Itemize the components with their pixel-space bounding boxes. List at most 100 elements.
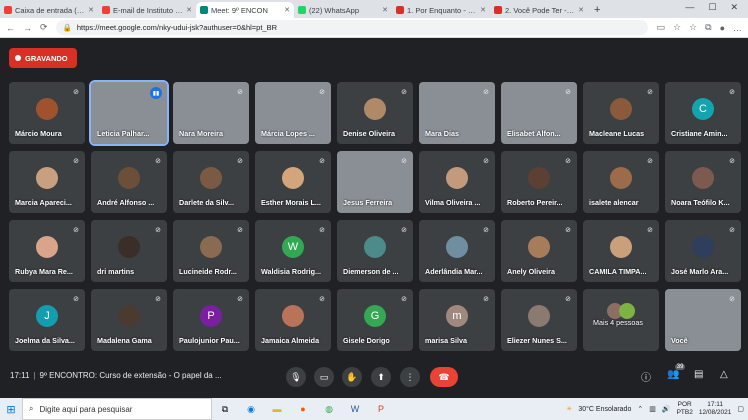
participant-tile[interactable]: m ⊘ marisa Silva bbox=[419, 289, 495, 351]
participant-tile[interactable]: C ⊘ Cristiane Amin... bbox=[665, 82, 741, 144]
mic-muted-icon: ⊘ bbox=[237, 296, 243, 303]
activities-button[interactable]: △ bbox=[720, 369, 728, 380]
word-icon[interactable]: W bbox=[342, 398, 368, 420]
file-explorer-icon[interactable]: ▬ bbox=[264, 398, 290, 420]
camera-blocked-icon[interactable]: ▭ bbox=[656, 22, 665, 33]
participant-tile[interactable]: ⊘ Nara Moreira bbox=[173, 82, 249, 144]
participant-tile[interactable]: ⊘ dri martins bbox=[91, 220, 167, 282]
leave-call-button[interactable]: ☎ bbox=[430, 367, 458, 387]
taskbar-search[interactable]: ⌕ Digite aqui para pesquisar bbox=[22, 398, 212, 420]
raise-hand-button[interactable]: ✋ bbox=[342, 367, 362, 387]
tab-close-icon[interactable]: ✕ bbox=[578, 6, 584, 14]
browser-tab[interactable]: (22) WhatsApp ✕ bbox=[294, 2, 392, 18]
participant-tile[interactable]: ⊘ Eliezer Nunes S... bbox=[501, 289, 577, 351]
participant-tile[interactable]: ⊘ Anely Oliveira bbox=[501, 220, 577, 282]
participant-tile[interactable]: ⊘ Rubya Mara Re... bbox=[9, 220, 85, 282]
participant-tile[interactable]: ⊘ Márcia Lopes ... bbox=[255, 82, 331, 144]
windows-start-button[interactable]: ⊞ bbox=[0, 403, 22, 416]
tab-label: 1. Por Enquanto - Cá bbox=[407, 5, 478, 15]
new-tab-button[interactable]: + bbox=[588, 4, 606, 18]
participant-tile[interactable]: ⊘ Mara Dias bbox=[419, 82, 495, 144]
browser-tab[interactable]: 2. Você Pode Ter - Ara ✕ bbox=[490, 2, 588, 18]
tab-close-icon[interactable]: ✕ bbox=[480, 6, 486, 14]
info-button[interactable]: ⓘ bbox=[641, 369, 651, 384]
notifications-icon[interactable]: ▢ bbox=[737, 405, 744, 413]
meeting-info: 17:11 | 9º ENCONTRO: Curso de extensão - O… bbox=[10, 371, 222, 380]
participant-tile[interactable]: ⊘ Você bbox=[665, 289, 741, 351]
powerpoint-icon[interactable]: P bbox=[368, 398, 394, 420]
network-icon[interactable]: ▥ bbox=[649, 405, 656, 413]
participant-tile[interactable]: P ⊘ Paulojunior Pau... bbox=[173, 289, 249, 351]
initial-avatar: P bbox=[200, 305, 222, 327]
participant-tile[interactable]: ⊘ André Alfonso ... bbox=[91, 151, 167, 213]
profile-icon[interactable]: ● bbox=[720, 23, 725, 33]
tab-close-icon[interactable]: ✕ bbox=[284, 6, 290, 14]
participant-tile[interactable]: G ⊘ Gisele Dorigo bbox=[337, 289, 413, 351]
browser-tab[interactable]: Caixa de entrada (2.1(✕ bbox=[0, 2, 98, 18]
back-icon[interactable]: ← bbox=[6, 23, 15, 33]
participant-tile[interactable]: ⊘ isalete alencar bbox=[583, 151, 659, 213]
participant-tile[interactable]: ⊘ Vilma Oliveira ... bbox=[419, 151, 495, 213]
edge-icon[interactable]: ◉ bbox=[238, 398, 264, 420]
participant-tile[interactable]: ⊘ Madalena Gama bbox=[91, 289, 167, 351]
present-button[interactable]: ⬆ bbox=[371, 367, 391, 387]
participant-name: André Alfonso ... bbox=[97, 198, 155, 207]
star-icon[interactable]: ☆ bbox=[673, 22, 681, 33]
mic-muted-icon: ⊘ bbox=[73, 89, 79, 96]
browser-tab[interactable]: E-mail de Instituto Fe ✕ bbox=[98, 2, 196, 18]
tab-close-icon[interactable]: ✕ bbox=[186, 6, 192, 14]
mic-toggle-button[interactable]: 🎙 bbox=[286, 367, 306, 387]
participant-tile[interactable]: ⊘ Lucineide Rodr... bbox=[173, 220, 249, 282]
chat-button[interactable]: ▤ bbox=[694, 369, 703, 380]
participant-name: Lucineide Rodr... bbox=[179, 267, 237, 276]
participant-tile[interactable]: W ⊘ Waldisia Rodrig... bbox=[255, 220, 331, 282]
avatar bbox=[610, 167, 632, 189]
forward-icon[interactable]: → bbox=[23, 23, 32, 33]
participant-tile[interactable]: ⊘ Jesus Ferreira bbox=[337, 151, 413, 213]
participant-tile[interactable]: ⊘ Márcio Moura bbox=[9, 82, 85, 144]
weather-text[interactable]: 30°C Ensolarado bbox=[578, 406, 631, 413]
collections-icon[interactable]: ⧉ bbox=[705, 22, 711, 33]
volume-icon[interactable]: 🔊 bbox=[662, 405, 671, 413]
more-options-button[interactable]: ⋮ bbox=[400, 367, 420, 387]
participant-tile[interactable]: ⊘ Macleane Lucas bbox=[583, 82, 659, 144]
tray-chevron-icon[interactable]: ⌃ bbox=[637, 405, 643, 413]
participant-tile[interactable]: ⊘ Roberto Pereir... bbox=[501, 151, 577, 213]
address-bar[interactable]: 🔒 https://meet.google.com/nky-udui-jsk?a… bbox=[55, 20, 649, 35]
clock[interactable]: 17:11 12/08/2021 bbox=[699, 401, 732, 417]
minimize-icon[interactable]: — bbox=[685, 2, 694, 13]
participant-tile[interactable]: ⊘ Denise Oliveira bbox=[337, 82, 413, 144]
language-indicator[interactable]: POR PTB2 bbox=[677, 401, 693, 417]
more-menu-icon[interactable]: … bbox=[733, 23, 742, 33]
camera-toggle-button[interactable]: ▭ bbox=[314, 367, 334, 387]
participant-tile[interactable]: ⊘ José Marlo Ara... bbox=[665, 220, 741, 282]
participant-name: Rubya Mara Re... bbox=[15, 267, 73, 276]
participant-tile[interactable]: ⊘ Jamaica Almeida bbox=[255, 289, 331, 351]
participant-tile[interactable]: ⊘ Esther Morais L... bbox=[255, 151, 331, 213]
participant-tile[interactable]: ⊘ CAMILA TIMPA... bbox=[583, 220, 659, 282]
participant-tile[interactable]: ⊘ Darlete da Silv... bbox=[173, 151, 249, 213]
participant-tile[interactable]: ⊘ Marcia Apareci... bbox=[9, 151, 85, 213]
favorites-icon[interactable]: ☆ bbox=[689, 22, 697, 33]
tab-close-icon[interactable]: ✕ bbox=[88, 6, 94, 14]
task-view-icon[interactable]: ⧉ bbox=[212, 398, 238, 420]
participant-tile[interactable]: J ⊘ Joelma da Silva... bbox=[9, 289, 85, 351]
hand-icon: ✋ bbox=[346, 371, 358, 382]
tab-close-icon[interactable]: ✕ bbox=[382, 6, 388, 14]
browser-tab[interactable]: 1. Por Enquanto - Cá ✕ bbox=[392, 2, 490, 18]
participant-tile[interactable]: ⊘ Diemerson de ... bbox=[337, 220, 413, 282]
mic-icon: 🎙 bbox=[290, 371, 302, 382]
reload-icon[interactable]: ⟳ bbox=[40, 22, 48, 33]
participant-tile[interactable]: ⊘ Aderlândia Mar... bbox=[419, 220, 495, 282]
more-people-tile[interactable]: Mais 4 pessoas bbox=[583, 289, 659, 351]
browser-tab[interactable]: Meet: 9º ENCON ✕ bbox=[196, 2, 294, 18]
people-button[interactable]: 👥 39 bbox=[667, 364, 686, 380]
participant-tile[interactable]: ⊘ Noara Teófilo K... bbox=[665, 151, 741, 213]
participant-name: Joelma da Silva... bbox=[15, 336, 75, 345]
chrome-icon[interactable]: ◍ bbox=[316, 398, 342, 420]
participant-tile[interactable]: ▮▮ Leticia Palhar... bbox=[89, 80, 169, 146]
participant-tile[interactable]: ⊘ Elisabet Alfon... bbox=[501, 82, 577, 144]
maximize-icon[interactable]: ☐ bbox=[708, 2, 716, 13]
firefox-icon[interactable]: ● bbox=[290, 398, 316, 420]
close-window-icon[interactable]: ✕ bbox=[730, 2, 738, 13]
